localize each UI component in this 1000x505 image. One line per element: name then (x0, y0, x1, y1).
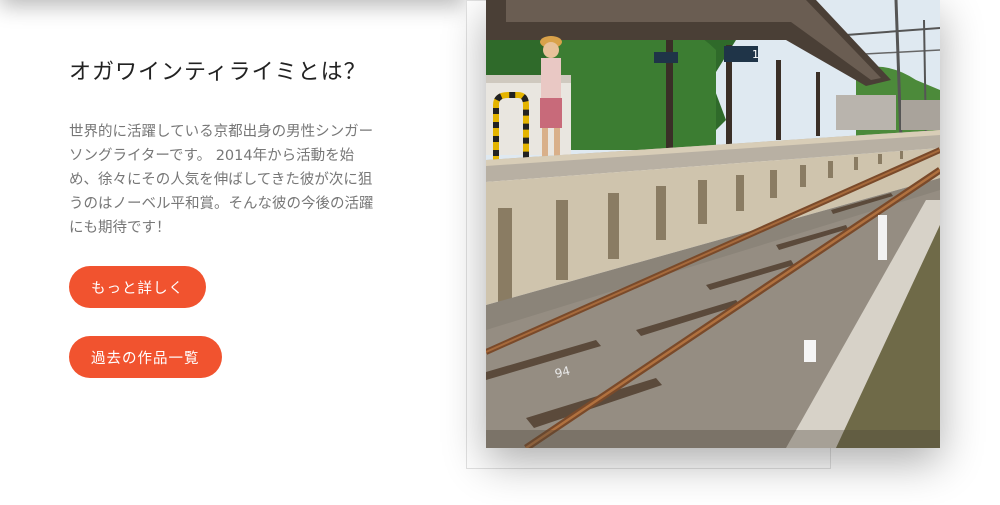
station-photo-image: 1 94 (486, 0, 940, 448)
station-sign-number: 1 (752, 48, 759, 61)
page: オガワインティライミとは？ 世界的に活躍している京都出身の男性シンガーソングライ… (0, 0, 1000, 505)
section-heading: オガワインティライミとは？ (69, 60, 367, 85)
intro-text-block: オガワインティライミとは？ 世界的に活躍している京都出身の男性シンガーソングライ… (69, 58, 389, 240)
section-description: 世界的に活躍している京都出身の男性シンガーソングライターです。 2014年から活… (69, 124, 374, 236)
more-details-button[interactable]: もっと詳しく (69, 266, 206, 308)
past-works-button[interactable]: 過去の作品一覧 (69, 336, 222, 378)
station-photo: 1 94 (486, 0, 940, 448)
